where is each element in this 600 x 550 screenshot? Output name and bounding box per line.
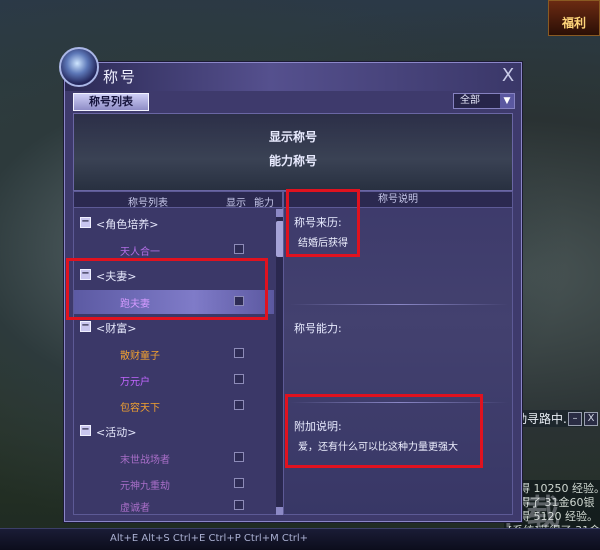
display-checkbox[interactable] bbox=[234, 400, 244, 410]
display-checkbox[interactable] bbox=[234, 374, 244, 384]
title-item-label: 散财童子 bbox=[120, 351, 160, 362]
chat-close-button[interactable]: X bbox=[584, 412, 598, 426]
title-item-row[interactable]: 万元户 bbox=[74, 368, 274, 392]
title-item-label: 包容天下 bbox=[120, 403, 160, 414]
divider bbox=[290, 304, 508, 305]
column-title: 称号列表 bbox=[128, 198, 168, 209]
welfare-label: 福利 bbox=[561, 16, 586, 30]
title-item-row[interactable]: 散财童子 bbox=[74, 342, 274, 366]
title-item-row[interactable]: 虚诚者 bbox=[74, 494, 274, 514]
column-display: 显示 bbox=[226, 198, 246, 209]
window-title: 称号 bbox=[103, 68, 138, 86]
category-label: <财富> bbox=[96, 322, 137, 335]
title-item-label: 末世战场者 bbox=[120, 455, 170, 466]
collapse-icon[interactable]: − bbox=[80, 425, 91, 436]
title-item-label: 元神九重劫 bbox=[120, 481, 170, 492]
filter-value: 全部 bbox=[460, 95, 480, 106]
hotkey-bar: Alt+E Alt+S Ctrl+E Ctrl+P Ctrl+M Ctrl+ bbox=[0, 528, 600, 550]
tab-title-list[interactable]: 称号列表 bbox=[73, 93, 149, 111]
title-item-label: 万元户 bbox=[120, 377, 150, 388]
collapse-icon[interactable]: − bbox=[80, 217, 91, 228]
title-item-row[interactable]: 元神九重劫 bbox=[74, 472, 274, 496]
filter-select[interactable]: 全部 ▼ bbox=[453, 93, 515, 109]
chat-minimize-button[interactable]: – bbox=[568, 412, 582, 426]
list-header: 称号列表 显示 能力 bbox=[74, 192, 282, 209]
title-item-label: 虚诚者 bbox=[120, 503, 150, 514]
display-checkbox[interactable] bbox=[234, 452, 244, 462]
collapse-icon[interactable]: − bbox=[80, 321, 91, 332]
welfare-button[interactable]: 福利 bbox=[548, 0, 600, 36]
display-checkbox[interactable] bbox=[234, 348, 244, 358]
title-item-label: 天人合一 bbox=[120, 247, 160, 258]
highlight-couple bbox=[66, 258, 268, 320]
title-item-row[interactable]: 包容天下 bbox=[74, 394, 274, 418]
highlight-origin bbox=[286, 189, 360, 257]
display-checkbox[interactable] bbox=[234, 478, 244, 488]
highlight-extra bbox=[285, 394, 483, 468]
title-bar[interactable]: 称号 X bbox=[59, 47, 521, 91]
category-label: <活动> bbox=[96, 426, 137, 439]
chevron-down-icon[interactable]: ▼ bbox=[500, 94, 514, 108]
ability-label: 称号能力: bbox=[294, 322, 342, 335]
category-label: <角色培养> bbox=[96, 218, 159, 231]
display-title-label: 显示称号 bbox=[268, 130, 317, 144]
emblem-icon bbox=[59, 47, 99, 87]
title-item-row[interactable]: 末世战场者 bbox=[74, 446, 274, 470]
ability-title-label: 能力称号 bbox=[268, 154, 317, 168]
display-panel: 显示称号 能力称号 bbox=[73, 113, 513, 191]
hotkey-text: Alt+E Alt+S Ctrl+E Ctrl+P Ctrl+M Ctrl+ bbox=[110, 533, 309, 544]
display-checkbox[interactable] bbox=[234, 500, 244, 510]
category-row[interactable]: − <角色培养> bbox=[74, 212, 274, 236]
display-checkbox[interactable] bbox=[234, 244, 244, 254]
category-row[interactable]: − <活动> bbox=[74, 420, 274, 444]
close-button[interactable]: X bbox=[499, 66, 517, 86]
title-list: 称号列表 显示 能力 − <角色培养> 天人合一 − <夫妻> 跑夫妻 − <财… bbox=[73, 191, 284, 515]
column-ability: 能力 bbox=[254, 198, 274, 209]
